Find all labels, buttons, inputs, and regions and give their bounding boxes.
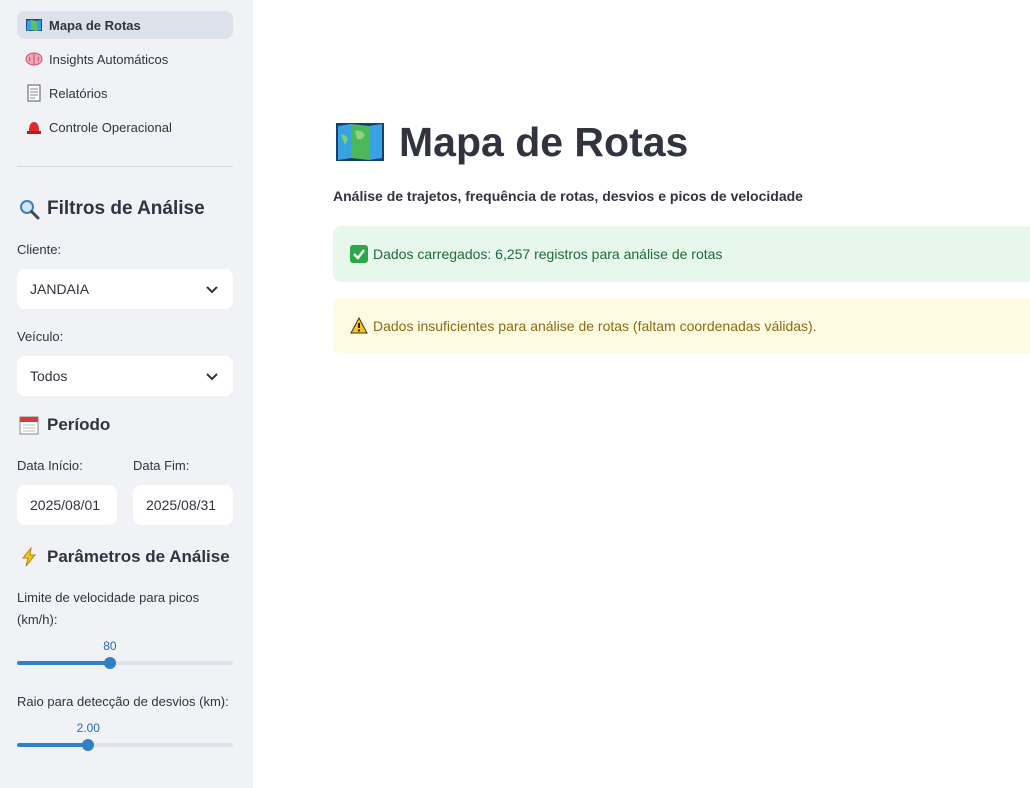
nav-label: Controle Operacional [49,119,172,135]
nav-item-relatorios[interactable]: Relatórios [17,79,233,107]
end-date-label: Data Fim: [133,458,190,473]
speed-limit-slider[interactable]: 80 [17,639,233,679]
period-title-text: Período [47,415,111,434]
nav-label: Relatórios [49,85,108,101]
client-label: Cliente: [17,242,62,257]
nav-label: Mapa de Rotas [49,17,141,33]
end-date-input[interactable]: 2025/08/31 [133,485,233,525]
warning-alert-text: Dados insuficientes para análise de rota… [373,318,817,334]
filters-title-text: Filtros de Análise [47,198,205,219]
document-icon [25,84,43,102]
params-title-text: Parâmetros de Análise [47,547,230,566]
map-icon [333,115,387,169]
lightning-icon [17,545,41,569]
nav-item-mapa-de-rotas[interactable]: Mapa de Rotas [17,11,233,39]
speed-limit-value: 80 [103,639,117,653]
slider-thumb[interactable] [82,739,95,751]
nav-label: Insights Automáticos [49,51,169,67]
success-alert-text: Dados carregados: 6,257 registros para a… [373,246,723,262]
check-icon [350,245,368,263]
radius-slider[interactable]: 2.00 [17,721,233,761]
radius-label: Raio para detecção de desvios (km): [17,694,229,709]
start-date-group: Data Início: 2025/08/01 [17,455,117,525]
nav-item-controle-operacional[interactable]: Controle Operacional [17,113,233,141]
period-title: Período [17,413,233,437]
siren-icon [25,118,43,136]
vehicle-label: Veículo: [17,329,64,344]
date-range: Data Início: 2025/08/01 Data Fim: 2025/0… [17,455,233,525]
filters-title: Filtros de Análise [17,197,233,221]
start-date-label: Data Início: [17,458,83,473]
success-alert: Dados carregados: 6,257 registros para a… [333,226,1030,282]
vehicle-select[interactable]: Todos [17,356,233,396]
calendar-icon [17,413,41,437]
page-subtitle: Análise de trajetos, frequência de rotas… [333,188,803,204]
speed-limit-label: Limite de velocidade para picos (km/h): [17,590,200,627]
chevron-down-icon [204,368,220,384]
slider-thumb[interactable] [103,657,116,669]
slider-fill [17,743,89,747]
client-select[interactable]: JANDAIA [17,269,233,309]
params-title: Parâmetros de Análise [17,545,233,569]
end-date-group: Data Fim: 2025/08/31 [133,455,233,525]
warning-icon [350,317,368,335]
slider-fill [17,661,110,665]
nav-item-insights-automaticos[interactable]: Insights Automáticos [17,45,233,73]
chevron-down-icon [204,281,220,297]
warning-alert: Dados insuficientes para análise de rota… [333,298,1030,354]
page-title: Mapa de Rotas [333,115,688,169]
client-select-value: JANDAIA [30,281,90,297]
brain-icon [25,50,43,68]
sidebar: Mapa de Rotas Insights Automáticos Relat… [0,0,253,788]
sidebar-divider [17,166,233,167]
radius-value: 2.00 [76,721,100,735]
vehicle-select-value: Todos [30,368,68,384]
magnifier-icon [17,197,41,221]
start-date-input[interactable]: 2025/08/01 [17,485,117,525]
page-title-text: Mapa de Rotas [399,118,689,165]
map-icon [25,16,43,34]
